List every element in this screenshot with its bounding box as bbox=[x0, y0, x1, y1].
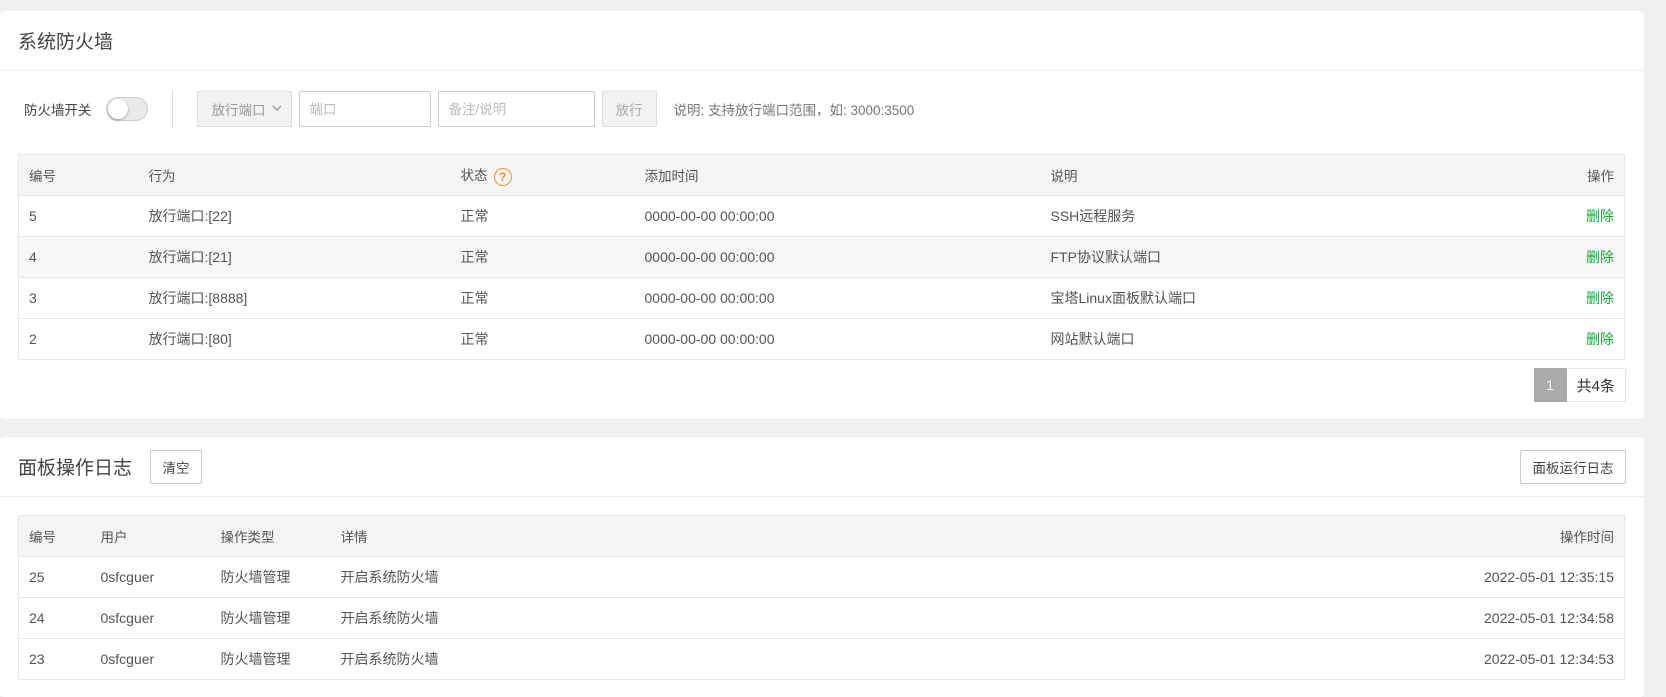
table-row: 23 0sfcguer 防火墙管理 开启系统防火墙 2022-05-01 12:… bbox=[18, 638, 1625, 680]
table-row: 5 放行端口:[22] 正常 0000-00-00 00:00:00 SSH远程… bbox=[18, 195, 1625, 237]
delete-link[interactable]: 删除 bbox=[1586, 208, 1614, 224]
col-detail: 详情 bbox=[330, 515, 1231, 557]
cell-action: 放行端口:[80] bbox=[138, 318, 451, 360]
cell-op: 删除 bbox=[1380, 277, 1625, 319]
page-current[interactable]: 1 bbox=[1533, 368, 1567, 402]
table-row: 4 放行端口:[21] 正常 0000-00-00 00:00:00 FTP协议… bbox=[18, 236, 1625, 278]
cell-id: 25 bbox=[18, 556, 91, 598]
table-header-row: 编号 用户 操作类型 详情 操作时间 bbox=[18, 515, 1625, 557]
col-id: 编号 bbox=[18, 515, 91, 557]
cell-op: 删除 bbox=[1380, 195, 1625, 237]
cell-detail: 开启系统防火墙 bbox=[330, 597, 1231, 639]
table-row: 3 放行端口:[8888] 正常 0000-00-00 00:00:00 宝塔L… bbox=[18, 277, 1625, 319]
col-id: 编号 bbox=[18, 154, 139, 196]
port-range-hint: 说明: 支持放行端口范围，如: 3000:3500 bbox=[673, 103, 915, 118]
table-row: 2 放行端口:[80] 正常 0000-00-00 00:00:00 网站默认端… bbox=[18, 318, 1625, 360]
rule-type-select[interactable]: 放行端口 bbox=[196, 91, 292, 127]
firewall-toolbar: 防火墙开关 放行端口 放行 说明: 支持放行端口范围，如: 3000:3500 bbox=[18, 84, 1626, 134]
col-type: 操作类型 bbox=[210, 515, 331, 557]
cell-time: 0000-00-00 00:00:00 bbox=[634, 195, 1041, 237]
table-row: 24 0sfcguer 防火墙管理 开启系统防火墙 2022-05-01 12:… bbox=[18, 597, 1625, 639]
port-input[interactable] bbox=[298, 91, 431, 127]
table-row: 25 0sfcguer 防火墙管理 开启系统防火墙 2022-05-01 12:… bbox=[18, 556, 1625, 598]
delete-link[interactable]: 删除 bbox=[1586, 331, 1614, 347]
firewall-toggle[interactable] bbox=[105, 97, 148, 121]
delete-link[interactable]: 删除 bbox=[1586, 290, 1614, 306]
firewall-title: 系统防火墙 bbox=[18, 32, 114, 53]
cell-action: 放行端口:[22] bbox=[138, 195, 451, 237]
firewall-panel: 系统防火墙 防火墙开关 放行端口 放行 说明: 支持放行端口范围，如: 3000… bbox=[0, 11, 1644, 419]
col-time: 添加时间 bbox=[634, 154, 1041, 196]
cell-note: FTP协议默认端口 bbox=[1040, 236, 1381, 278]
cell-id: 5 bbox=[18, 195, 139, 237]
cell-time: 2022-05-01 12:34:58 bbox=[1230, 597, 1625, 639]
help-icon[interactable]: ? bbox=[493, 167, 512, 186]
cell-id: 23 bbox=[18, 638, 91, 680]
chevron-down-icon bbox=[272, 105, 281, 111]
log-table: 编号 用户 操作类型 详情 操作时间 25 0sfcguer 防火墙管理 开启系… bbox=[18, 515, 1625, 680]
col-status: 状态? bbox=[450, 154, 635, 196]
col-user: 用户 bbox=[90, 515, 211, 557]
toolbar-divider bbox=[171, 90, 173, 128]
cell-detail: 开启系统防火墙 bbox=[330, 638, 1231, 680]
cell-id: 3 bbox=[18, 277, 139, 319]
cell-status: 正常 bbox=[450, 318, 635, 360]
log-title: 面板操作日志 bbox=[18, 458, 133, 479]
toggle-knob bbox=[107, 99, 128, 119]
cell-status: 正常 bbox=[450, 236, 635, 278]
col-action: 行为 bbox=[138, 154, 451, 196]
cell-note: SSH远程服务 bbox=[1040, 195, 1381, 237]
cell-note: 宝塔Linux面板默认端口 bbox=[1040, 277, 1381, 319]
col-status-label: 状态 bbox=[460, 168, 488, 184]
cell-note: 网站默认端口 bbox=[1040, 318, 1381, 360]
release-button[interactable]: 放行 bbox=[601, 91, 657, 127]
firewall-switch-label: 防火墙开关 bbox=[24, 103, 92, 118]
cell-time: 2022-05-01 12:34:53 bbox=[1230, 638, 1625, 680]
cell-time: 0000-00-00 00:00:00 bbox=[634, 277, 1041, 319]
log-panel: 面板操作日志 清空 面板运行日志 编号 用户 操作类型 详情 操作时间 25 0… bbox=[0, 437, 1644, 697]
cell-user: 0sfcguer bbox=[90, 638, 211, 680]
pagination: 1 共4条 bbox=[1533, 368, 1626, 402]
cell-user: 0sfcguer bbox=[90, 556, 211, 598]
firewall-rules-table: 编号 行为 状态? 添加时间 说明 操作 5 放行端口:[22] 正常 0000… bbox=[18, 154, 1625, 360]
rule-type-value: 放行端口 bbox=[211, 103, 266, 118]
cell-status: 正常 bbox=[450, 277, 635, 319]
cell-action: 放行端口:[21] bbox=[138, 236, 451, 278]
cell-id: 24 bbox=[18, 597, 91, 639]
panel-run-log-button[interactable]: 面板运行日志 bbox=[1520, 450, 1626, 484]
cell-user: 0sfcguer bbox=[90, 597, 211, 639]
remark-input[interactable] bbox=[437, 91, 595, 127]
firewall-header: 系统防火墙 bbox=[0, 11, 1644, 71]
col-note: 说明 bbox=[1040, 154, 1381, 196]
log-header: 面板操作日志 清空 面板运行日志 bbox=[0, 437, 1644, 497]
col-time: 操作时间 bbox=[1230, 515, 1625, 557]
col-op: 操作 bbox=[1380, 154, 1625, 196]
cell-time: 0000-00-00 00:00:00 bbox=[634, 318, 1041, 360]
cell-id: 4 bbox=[18, 236, 139, 278]
delete-link[interactable]: 删除 bbox=[1586, 249, 1614, 265]
clear-log-button[interactable]: 清空 bbox=[150, 449, 203, 484]
table-header-row: 编号 行为 状态? 添加时间 说明 操作 bbox=[18, 154, 1625, 196]
cell-type: 防火墙管理 bbox=[210, 556, 331, 598]
cell-op: 删除 bbox=[1380, 236, 1625, 278]
cell-time: 0000-00-00 00:00:00 bbox=[634, 236, 1041, 278]
cell-type: 防火墙管理 bbox=[210, 597, 331, 639]
page-total: 共4条 bbox=[1566, 368, 1626, 402]
cell-op: 删除 bbox=[1380, 318, 1625, 360]
cell-status: 正常 bbox=[450, 195, 635, 237]
cell-detail: 开启系统防火墙 bbox=[330, 556, 1231, 598]
cell-time: 2022-05-01 12:35:15 bbox=[1230, 556, 1625, 598]
cell-id: 2 bbox=[18, 318, 139, 360]
cell-action: 放行端口:[8888] bbox=[138, 277, 451, 319]
cell-type: 防火墙管理 bbox=[210, 638, 331, 680]
